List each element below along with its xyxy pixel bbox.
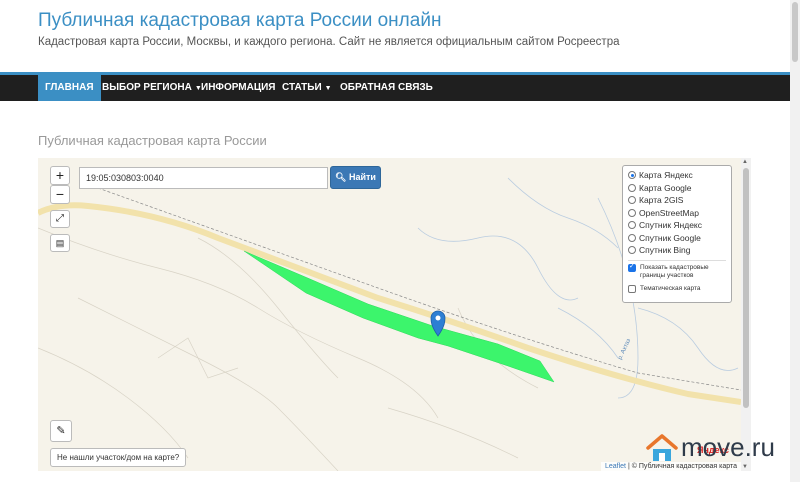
map-scrollbar[interactable]: ▲ ▼ (741, 158, 751, 471)
ruler-icon: ✎ (56, 425, 66, 437)
zoom-in-label: + (55, 167, 65, 183)
main-nav: ГЛАВНАЯ ВЫБОР РЕГИОНА ▼ ИНФОРМАЦИЯ СТАТЬИ… (0, 72, 790, 101)
nav-item-label: ИНФОРМАЦИЯ (201, 82, 276, 93)
nav-item-label: СТАТЬИ (282, 82, 322, 93)
measure-button[interactable]: ✎ (50, 420, 72, 442)
checkbox-checked-icon[interactable] (628, 263, 636, 272)
layer-option[interactable]: Спутник Google (628, 232, 726, 245)
zoom-in-button[interactable]: + (50, 166, 70, 185)
layer-switcher: Карта Яндекс Карта Google Карта 2GIS Ope… (622, 165, 732, 303)
layer-label: OpenStreetMap (639, 207, 700, 218)
chevron-down-icon: ▼ (324, 85, 332, 92)
scroll-down-icon[interactable]: ▼ (742, 464, 748, 470)
watermark-text: move.ru (681, 432, 775, 462)
radio-icon[interactable] (628, 183, 636, 192)
nav-item-label: ГЛАВНАЯ (45, 82, 94, 93)
cadastral-map[interactable]: р. Ахтаз + − ⤢ ▤ ✎ 🔍︎ Найти Карта Яндекс… (38, 158, 741, 471)
layer-label: Спутник Google (639, 232, 701, 243)
printer-icon: ▤ (55, 238, 65, 248)
page-scrollbar[interactable] (790, 0, 800, 482)
layer-divider (628, 259, 726, 261)
layer-label: Карта 2GIS (639, 195, 684, 206)
radio-icon[interactable] (628, 233, 636, 242)
nav-item-info[interactable]: ИНФОРМАЦИЯ (194, 75, 283, 101)
site-title[interactable]: Публичная кадастровая карта России онлай… (38, 10, 441, 32)
print-button[interactable]: ▤ (50, 234, 70, 252)
nav-item-articles[interactable]: СТАТЬИ ▼ (275, 75, 339, 101)
layer-option[interactable]: Карта Google (628, 182, 726, 195)
nav-item-home[interactable]: ГЛАВНАЯ (38, 75, 101, 101)
cadastral-search-input[interactable] (79, 167, 328, 189)
show-borders-label: Показать кадастровые границы участков (640, 263, 709, 279)
attribution-text: © Публичная кадастровая карта (631, 463, 737, 470)
zoom-out-label: − (55, 186, 65, 202)
zoom-out-button[interactable]: − (50, 185, 70, 204)
layer-option[interactable]: Спутник Bing (628, 244, 726, 257)
layer-label: Спутник Bing (639, 245, 691, 256)
leaflet-link[interactable]: Leaflet (605, 463, 626, 470)
layer-label: Карта Яндекс (639, 170, 693, 181)
search-button-label: Найти (348, 172, 376, 182)
map-scrollbar-thumb[interactable] (743, 168, 749, 408)
map-attribution: Leaflet | © Публичная кадастровая карта (600, 462, 741, 471)
page-title: Публичная кадастровая карта России (38, 133, 267, 148)
layer-option[interactable]: Карта 2GIS (628, 194, 726, 207)
layer-label: Карта Google (639, 182, 692, 193)
layer-option[interactable]: OpenStreetMap (628, 207, 726, 220)
not-found-button[interactable]: Не нашли участок/дом на карте? (50, 448, 187, 467)
search-icon: 🔍︎ (335, 172, 347, 182)
checkbox-icon[interactable] (628, 284, 636, 293)
radio-icon[interactable] (628, 196, 636, 205)
nav-item-label: ОБРАТНАЯ СВЯЗЬ (340, 82, 433, 93)
nav-item-feedback[interactable]: ОБРАТНАЯ СВЯЗЬ (333, 75, 440, 101)
site-subtitle: Кадастровая карта России, Москвы, и кажд… (38, 36, 620, 48)
nav-item-label: ВЫБОР РЕГИОНА (102, 82, 192, 93)
layer-option[interactable]: Карта Яндекс (628, 169, 726, 182)
radio-icon[interactable] (628, 221, 636, 230)
house-logo-icon (646, 433, 678, 461)
fullscreen-icon: ⤢ (56, 213, 64, 224)
show-borders-option[interactable]: Показать кадастровые границы участков (628, 263, 726, 280)
radio-selected-icon[interactable] (628, 171, 636, 180)
watermark: move.ru (645, 432, 775, 463)
thematic-option[interactable]: Тематическая карта (628, 284, 726, 293)
radio-icon[interactable] (628, 246, 636, 255)
scroll-up-icon[interactable]: ▲ (742, 159, 748, 165)
thematic-label: Тематическая карта (640, 284, 701, 292)
page-scrollbar-thumb[interactable] (792, 2, 798, 62)
layer-label: Спутник Яндекс (639, 220, 702, 231)
search-button[interactable]: 🔍︎ Найти (330, 166, 381, 189)
layer-option[interactable]: Спутник Яндекс (628, 219, 726, 232)
fullscreen-button[interactable]: ⤢ (50, 210, 70, 228)
nav-item-region[interactable]: ВЫБОР РЕГИОНА ▼ (95, 75, 209, 101)
radio-icon[interactable] (628, 208, 636, 217)
